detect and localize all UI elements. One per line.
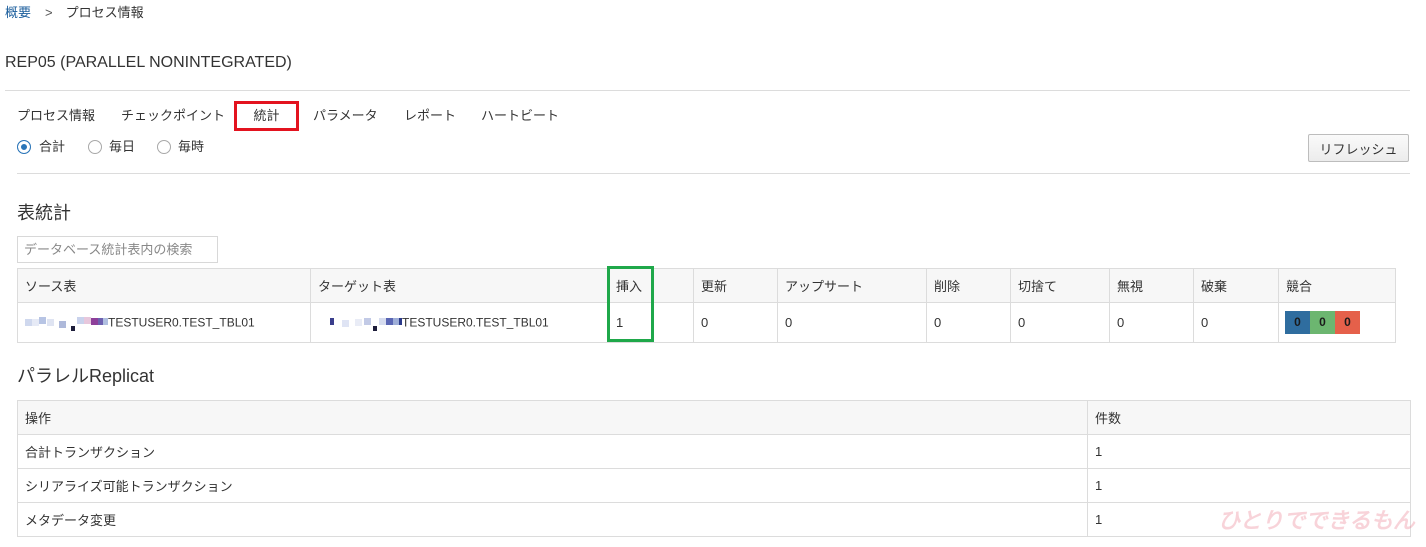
page-title: REP05 (PARALLEL NONINTEGRATED): [5, 54, 292, 71]
column-header-count[interactable]: 件数: [1087, 400, 1411, 435]
table-stats-heading: 表統計: [17, 203, 71, 223]
radio-hourly-label[interactable]: 毎時: [178, 139, 204, 155]
tab-report[interactable]: レポート: [404, 107, 456, 125]
target-table-name: TESTUSER0.TEST_TBL01: [402, 315, 549, 330]
column-header-ignore[interactable]: 無視: [1109, 268, 1194, 303]
cell-count: 1: [1087, 502, 1411, 537]
conflict-badge-red: 0: [1335, 311, 1360, 334]
column-header-upsert[interactable]: アップサート: [777, 268, 927, 303]
column-header-source[interactable]: ソース表: [17, 268, 311, 303]
tab-process-info[interactable]: プロセス情報: [17, 107, 95, 125]
breadcrumb-separator: >: [45, 5, 53, 20]
tab-parameters[interactable]: パラメータ: [313, 107, 378, 125]
cell-target: TESTUSER0.TEST_TBL01: [310, 302, 609, 343]
column-header-conflict[interactable]: 競合: [1278, 268, 1396, 303]
cell-insert: 1: [608, 302, 694, 343]
cell-operation: シリアライズ可能トランザクション: [17, 468, 1088, 503]
cell-source: TESTUSER0.TEST_TBL01: [17, 302, 311, 343]
cell-count: 1: [1087, 434, 1411, 469]
redacted-mosaic: [25, 315, 108, 331]
tab-checkpoint[interactable]: チェックポイント: [121, 107, 225, 125]
tab-heartbeat[interactable]: ハートビート: [481, 107, 559, 125]
radio-total-label[interactable]: 合計: [39, 139, 65, 155]
parallel-replicat-table: 操作 件数 合計トランザクション 1 シリアライズ可能トランザクション 1 メタ…: [17, 400, 1411, 537]
table-stats-table: ソース表 ターゲット表 挿入 更新 アップサート 削除 切捨て 無視 破棄 競合: [17, 268, 1396, 343]
radio-daily[interactable]: [88, 140, 102, 154]
title-divider: [5, 90, 1410, 91]
cell-delete: 0: [926, 302, 1011, 343]
cell-update: 0: [693, 302, 778, 343]
breadcrumb-current: プロセス情報: [65, 5, 144, 20]
breadcrumb-home-link[interactable]: 概要: [5, 5, 31, 20]
radio-hourly[interactable]: [157, 140, 171, 154]
conflict-badge-blue: 0: [1285, 311, 1310, 334]
source-table-name: TESTUSER0.TEST_TBL01: [108, 315, 255, 330]
column-header-operation[interactable]: 操作: [17, 400, 1088, 435]
cell-truncate: 0: [1010, 302, 1110, 343]
breadcrumb: 概要 > プロセス情報: [5, 4, 144, 21]
column-header-discard[interactable]: 破棄: [1193, 268, 1279, 303]
tab-statistics[interactable]: 統計: [234, 107, 299, 125]
cell-ignore: 0: [1109, 302, 1194, 343]
table-row: 合計トランザクション 1: [17, 434, 1411, 469]
table-stats-search-input[interactable]: [17, 236, 218, 263]
conflict-badges: 0 0 0: [1285, 311, 1360, 334]
column-header-delete[interactable]: 削除: [926, 268, 1011, 303]
conflict-badge-green: 0: [1310, 311, 1335, 334]
table-header-row: ソース表 ターゲット表 挿入 更新 アップサート 削除 切捨て 無視 破棄 競合: [17, 268, 1396, 303]
radio-total[interactable]: [17, 140, 31, 154]
column-header-truncate[interactable]: 切捨て: [1010, 268, 1110, 303]
parallel-replicat-heading: パラレルReplicat: [17, 366, 155, 386]
table-row: TESTUSER0.TEST_TBL01 TESTUSER0.TEST_TBL0…: [17, 302, 1396, 343]
column-header-target[interactable]: ターゲット表: [310, 268, 609, 303]
column-header-update[interactable]: 更新: [693, 268, 778, 303]
table-row: メタデータ変更 1: [17, 502, 1411, 537]
radio-daily-label[interactable]: 毎日: [109, 139, 135, 155]
table-row: シリアライズ可能トランザクション 1: [17, 468, 1411, 503]
toolbar-divider: [17, 173, 1410, 174]
cell-count: 1: [1087, 468, 1411, 503]
cell-operation: メタデータ変更: [17, 502, 1088, 537]
cell-upsert: 0: [777, 302, 927, 343]
column-header-insert[interactable]: 挿入: [608, 268, 694, 303]
redacted-mosaic: [324, 315, 402, 331]
cell-conflict: 0 0 0: [1278, 302, 1396, 343]
table-header-row: 操作 件数: [17, 400, 1411, 435]
refresh-button[interactable]: リフレッシュ: [1308, 134, 1409, 162]
cell-operation: 合計トランザクション: [17, 434, 1088, 469]
cell-discard: 0: [1193, 302, 1279, 343]
